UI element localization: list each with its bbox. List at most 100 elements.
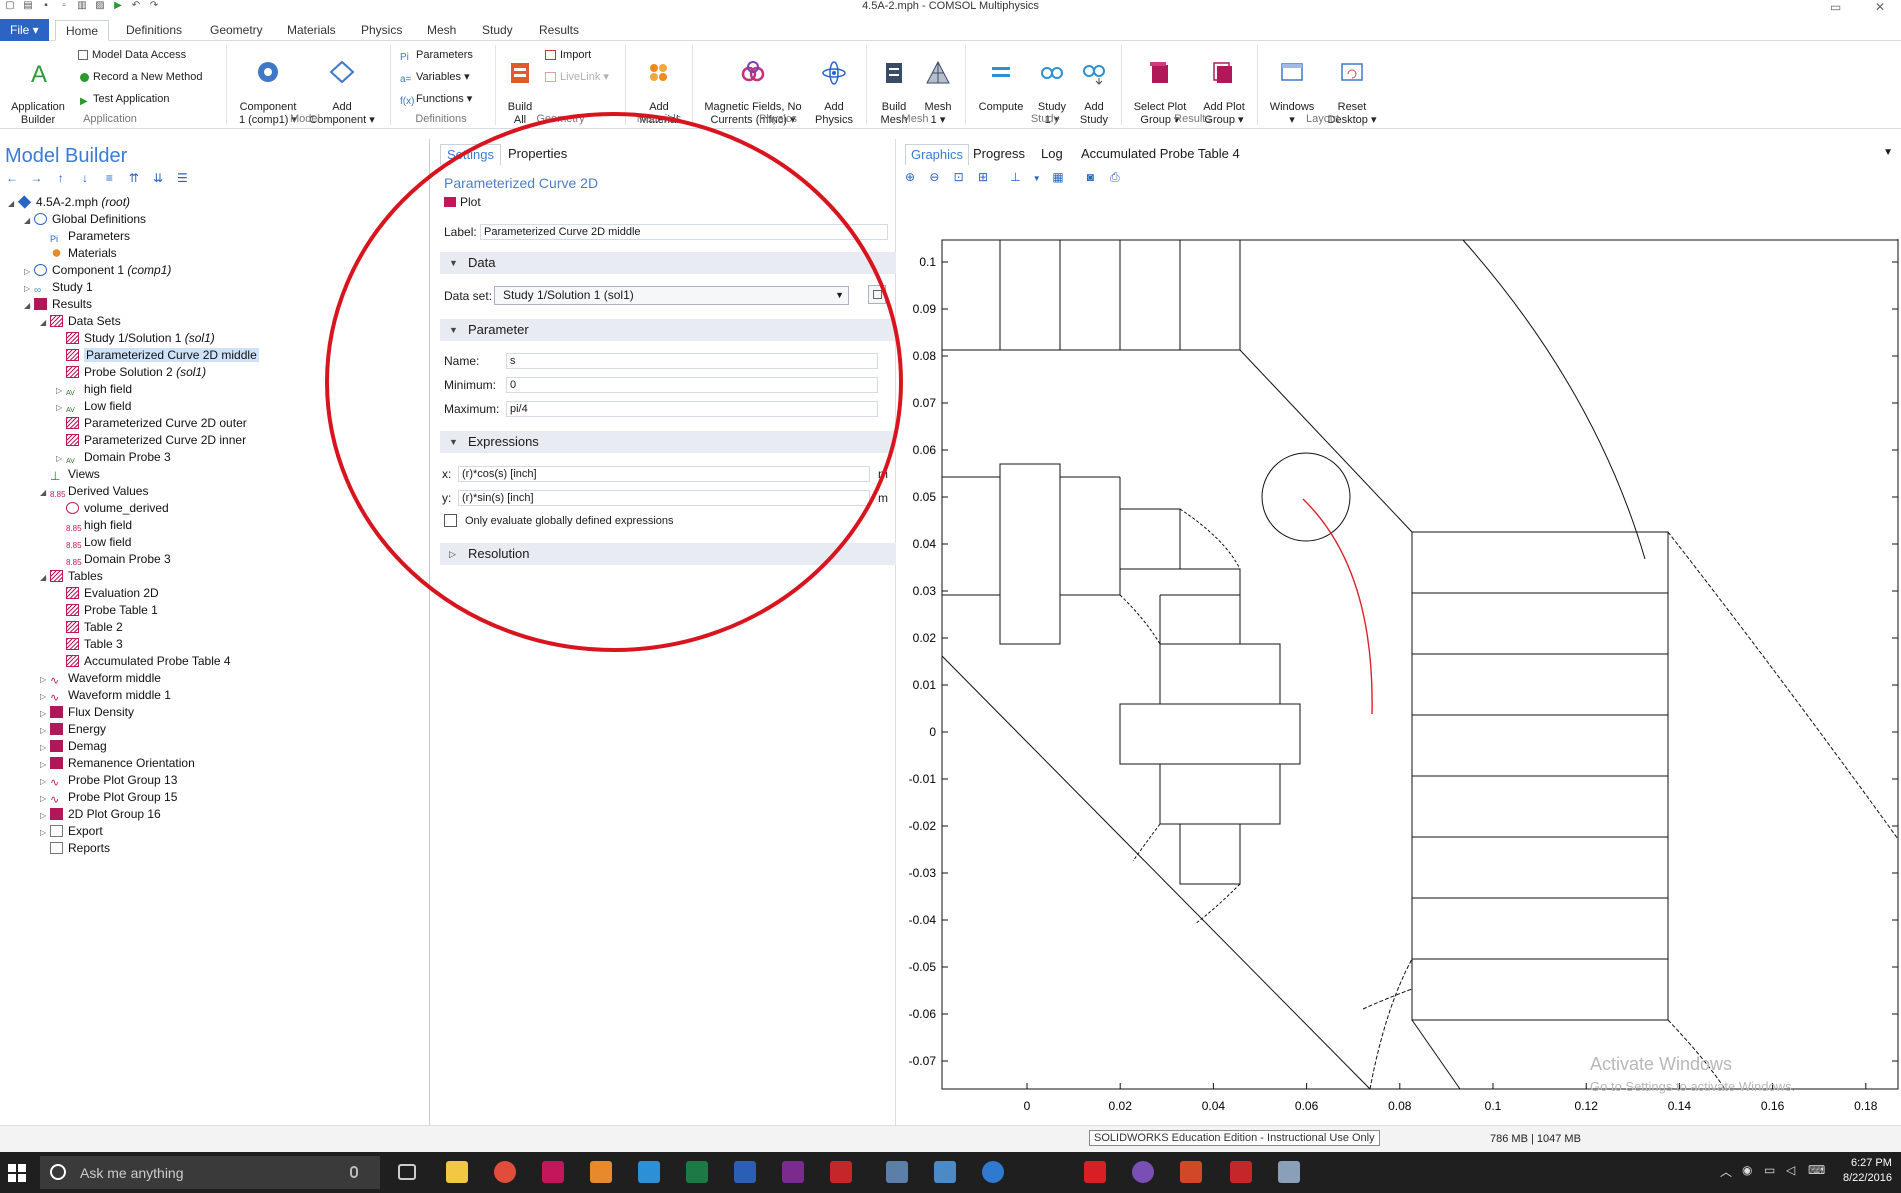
graphics-canvas[interactable]: 0 0.02 0.04 0.06 0.08 0.1 0.12 0.14 0.16 0.18 0.1 0… — [905, 139, 1901, 1125]
expand-icon[interactable]: ▷ — [40, 824, 50, 841]
label-field[interactable]: Parameterized Curve 2D middle — [480, 224, 888, 240]
list-options-icon[interactable]: ☰ — [175, 171, 189, 185]
tree-item[interactable]: ◢ Results — [24, 296, 92, 313]
collapse-icon[interactable]: ◢ — [8, 195, 18, 212]
expand-icon[interactable]: ▷ — [40, 739, 50, 756]
tree-item[interactable]: ▷ ∞ Study 1 — [24, 279, 93, 296]
tab-definitions[interactable]: Definitions — [126, 20, 182, 41]
word-icon[interactable] — [734, 1161, 756, 1183]
tree-item[interactable]: Table 3 — [56, 636, 123, 653]
tab-mesh[interactable]: Mesh — [427, 20, 456, 41]
application-builder-button[interactable]: A Application Builder — [4, 47, 72, 127]
tab-settings[interactable]: Settings — [440, 144, 501, 165]
tree-item[interactable]: Parameterized Curve 2D inner — [56, 432, 246, 449]
section-resolution[interactable]: ▷ Resolution — [440, 543, 896, 565]
expand-icon[interactable]: ▷ — [24, 263, 34, 280]
keyboard-icon[interactable]: ⌨ — [1808, 1163, 1825, 1177]
tab-geometry[interactable]: Geometry — [210, 20, 263, 41]
tree-item[interactable]: ▷ ∿ Probe Plot Group 13 — [40, 772, 177, 789]
app-2-icon[interactable] — [1278, 1161, 1300, 1183]
task-view-icon[interactable] — [398, 1164, 416, 1180]
collapse-icon[interactable]: ◢ — [24, 212, 34, 229]
functions-button[interactable]: f(x) Functions ▾ — [400, 90, 472, 108]
chrome-icon[interactable] — [494, 1161, 516, 1183]
test-application-button[interactable]: ▶ Test Application — [80, 90, 169, 108]
teamviewer-icon[interactable] — [638, 1161, 660, 1183]
acrobat-icon[interactable] — [1084, 1161, 1106, 1183]
tree-item[interactable]: ◢ Data Sets — [40, 313, 121, 330]
dataset-select[interactable]: Study 1/Solution 1 (sol1) ▼ — [494, 286, 849, 305]
move-up-icon[interactable]: ↑ — [54, 171, 68, 185]
expand-icon[interactable]: ▷ — [40, 807, 50, 824]
tree-item[interactable]: Parameterized Curve 2D middle — [56, 347, 259, 364]
matlab-icon[interactable] — [590, 1161, 612, 1183]
tree-item[interactable]: ▷ Demag — [40, 738, 107, 755]
dataset-link-button[interactable] — [868, 285, 886, 304]
remote-desktop-icon[interactable] — [934, 1161, 956, 1183]
maximum-field[interactable]: pi/4 — [506, 401, 878, 417]
tray-chevron-icon[interactable]: ︿ — [1720, 1163, 1732, 1180]
tray-icon[interactable]: ◉ — [1742, 1163, 1752, 1177]
expand-icon[interactable]: ▷ — [40, 773, 50, 790]
tab-physics[interactable]: Physics — [361, 20, 402, 41]
tree-item[interactable]: ▷ Energy — [40, 721, 106, 738]
tree-item[interactable]: volume_derived — [56, 500, 169, 517]
move-down-icon[interactable]: ↓ — [78, 171, 92, 185]
clock[interactable]: 6:27 PM 8/22/2016 — [1843, 1156, 1892, 1186]
y-expression-field[interactable]: (r)*sin(s) [inch] — [458, 490, 870, 506]
tree-item[interactable]: Probe Table 1 — [56, 602, 158, 619]
microphone-icon[interactable] — [350, 1166, 358, 1178]
powerpoint-icon[interactable] — [1180, 1161, 1202, 1183]
tree-item[interactable]: ▷ 2D Plot Group 16 — [40, 806, 161, 823]
tab-properties[interactable]: Properties — [502, 144, 573, 165]
expand-icon[interactable]: ▷ — [40, 722, 50, 739]
windows-start-icon[interactable] — [8, 1164, 26, 1182]
tree-item[interactable]: ◢ Tables — [40, 568, 103, 585]
expand-icon[interactable]: ▷ — [40, 705, 50, 722]
section-data[interactable]: ▼ Data — [440, 252, 896, 274]
close-icon[interactable]: ✕ — [1875, 0, 1885, 14]
tree-item[interactable]: Evaluation 2D — [56, 585, 159, 602]
file-explorer-icon[interactable] — [446, 1161, 468, 1183]
expand-icon[interactable]: ▷ — [24, 280, 34, 297]
section-expressions[interactable]: ▼ Expressions — [440, 431, 896, 453]
expand-icon[interactable]: ▷ — [40, 671, 50, 688]
taskbar-search[interactable]: Ask me anything — [40, 1156, 380, 1189]
tree-item[interactable]: ◢ 8.85 Derived Values — [40, 483, 148, 500]
tree-item[interactable]: ▷ AV Domain Probe 3 — [56, 449, 171, 466]
minimum-field[interactable]: 0 — [506, 377, 878, 393]
tree-item[interactable]: Materials — [40, 245, 117, 262]
tree-item[interactable]: ▷ ∿ Probe Plot Group 15 — [40, 789, 177, 806]
forward-icon[interactable]: → — [29, 171, 43, 185]
tree-item[interactable]: ▷ AV Low field — [56, 398, 131, 415]
model-data-access-button[interactable]: Model Data Access — [78, 46, 186, 64]
tree-item[interactable]: 8.85 Low field — [56, 534, 131, 551]
settings-subtitle[interactable]: Plot — [444, 195, 481, 209]
tree-item[interactable]: ◢ 4.5A-2.mph (root) — [8, 194, 130, 211]
tree-item[interactable]: ▷ Component 1 (comp1) — [24, 262, 171, 279]
tree-item[interactable]: ▷ AV high field — [56, 381, 132, 398]
expand-all-icon[interactable]: ⇊ — [151, 171, 165, 185]
tab-study[interactable]: Study — [482, 20, 513, 41]
expand-icon[interactable]: ▷ — [40, 756, 50, 773]
tree-item[interactable]: ▷ Flux Density — [40, 704, 134, 721]
collapse-all-icon[interactable]: ⇈ — [127, 171, 141, 185]
tree-item[interactable]: ▷ Export — [40, 823, 103, 840]
add-physics-button[interactable]: Add Physics — [810, 47, 858, 127]
expand-icon[interactable]: ▷ — [56, 399, 66, 416]
tree-item[interactable]: Parameterized Curve 2D outer — [56, 415, 247, 432]
show-icon[interactable]: ≡ — [102, 171, 116, 185]
expand-icon[interactable]: ▷ — [40, 688, 50, 705]
collapse-icon[interactable]: ◢ — [40, 484, 50, 501]
import-button[interactable]: Import — [545, 46, 591, 64]
livelink-button[interactable]: LiveLink ▾ — [545, 68, 609, 86]
tab-results[interactable]: Results — [539, 20, 579, 41]
mendeley-icon[interactable] — [542, 1161, 564, 1183]
collapse-icon[interactable]: ◢ — [24, 297, 34, 314]
compute-button[interactable]: Compute — [972, 47, 1030, 114]
tree-item[interactable]: Study 1/Solution 1 (sol1) — [56, 330, 215, 347]
tree-item[interactable]: Pi Parameters — [40, 228, 130, 245]
expand-icon[interactable]: ▷ — [56, 382, 66, 399]
collapse-icon[interactable]: ◢ — [40, 314, 50, 331]
tree-item[interactable]: 8.85 Domain Probe 3 — [56, 551, 171, 568]
